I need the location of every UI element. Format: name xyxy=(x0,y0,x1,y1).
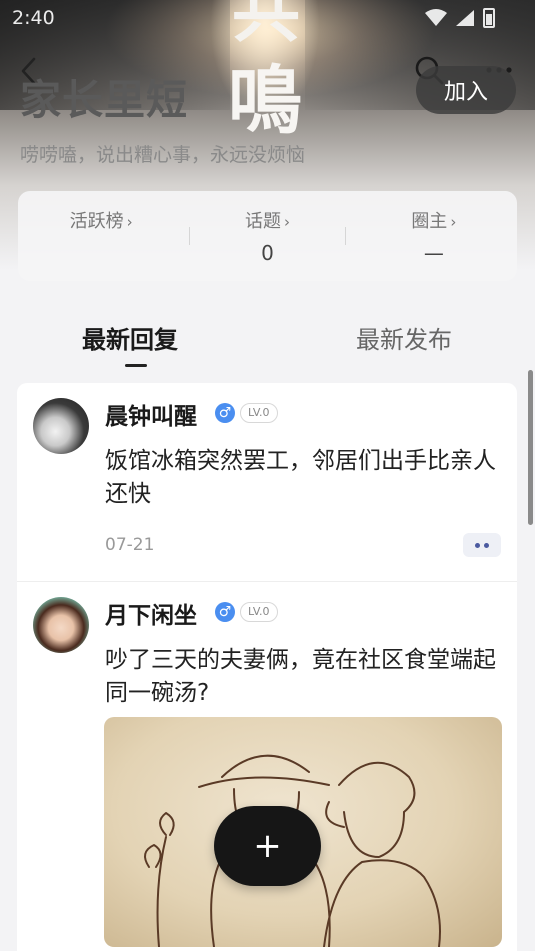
stat-owner[interactable]: 圈主 › — xyxy=(351,191,517,281)
stats-card: 活跃榜 › 话题 › 0 圈主 › — xyxy=(18,191,517,281)
status-bar: 2:40 xyxy=(0,0,535,36)
circle-title: 家长里短 xyxy=(20,76,188,124)
status-time: 2:40 xyxy=(12,7,55,29)
more-icon xyxy=(475,542,480,548)
feed-tabs: 最新回复 最新发布 xyxy=(0,316,535,376)
tab-latest-posts[interactable]: 最新发布 xyxy=(356,320,452,355)
post-item[interactable]: 晨钟叫醒 ♂ LV.0 饭馆冰箱突然罢工，邻居们出手比亲人还快 07-21 xyxy=(17,383,517,581)
create-post-button[interactable]: + xyxy=(214,806,321,886)
level-badge: LV.0 xyxy=(240,403,278,423)
wifi-icon xyxy=(425,9,447,26)
stat-label: 圈主 xyxy=(411,211,448,232)
username[interactable]: 月下闲坐 xyxy=(105,596,197,630)
circle-screen: 共 鳴 2:40 家长里短 加入 唠唠嗑，说出糟心事，永远没烦恼 活跃榜 › 话… xyxy=(0,0,535,951)
avatar[interactable] xyxy=(33,597,89,653)
level-badge: LV.0 xyxy=(240,602,278,622)
stat-value: — xyxy=(423,241,444,265)
scrollbar[interactable] xyxy=(528,370,533,525)
post-text[interactable]: 饭馆冰箱突然罢工，邻居们出手比亲人还快 xyxy=(105,445,505,511)
stat-label: 话题 xyxy=(244,211,281,232)
battery-icon xyxy=(483,8,495,28)
stat-active-rank[interactable]: 活跃榜 › xyxy=(18,191,184,281)
male-gender-icon: ♂ xyxy=(215,602,235,622)
post-date: 07-21 xyxy=(105,535,155,555)
stat-label: 活跃榜 xyxy=(69,211,124,232)
stat-value: 0 xyxy=(261,241,274,265)
stat-divider xyxy=(345,227,346,245)
post-more-button[interactable] xyxy=(463,533,501,557)
chevron-right-icon: › xyxy=(450,213,457,231)
plus-icon: + xyxy=(253,826,282,866)
post-text[interactable]: 吵了三天的夫妻俩，竟在社区食堂端起同一碗汤? xyxy=(105,644,505,710)
circle-description: 唠唠嗑，说出糟心事，永远没烦恼 xyxy=(20,144,306,166)
tab-indicator xyxy=(125,364,147,367)
avatar[interactable] xyxy=(33,398,89,454)
tab-latest-replies[interactable]: 最新回复 xyxy=(82,320,178,355)
male-gender-icon: ♂ xyxy=(215,403,235,423)
hero-title-char: 鳴 xyxy=(228,58,302,144)
stat-topics[interactable]: 话题 › 0 xyxy=(184,191,350,281)
join-button[interactable]: 加入 xyxy=(416,66,516,114)
status-icons xyxy=(425,8,495,28)
username[interactable]: 晨钟叫醒 xyxy=(105,397,197,431)
chevron-right-icon: › xyxy=(126,213,133,231)
cell-signal-icon xyxy=(456,10,474,26)
chevron-right-icon: › xyxy=(283,213,290,231)
